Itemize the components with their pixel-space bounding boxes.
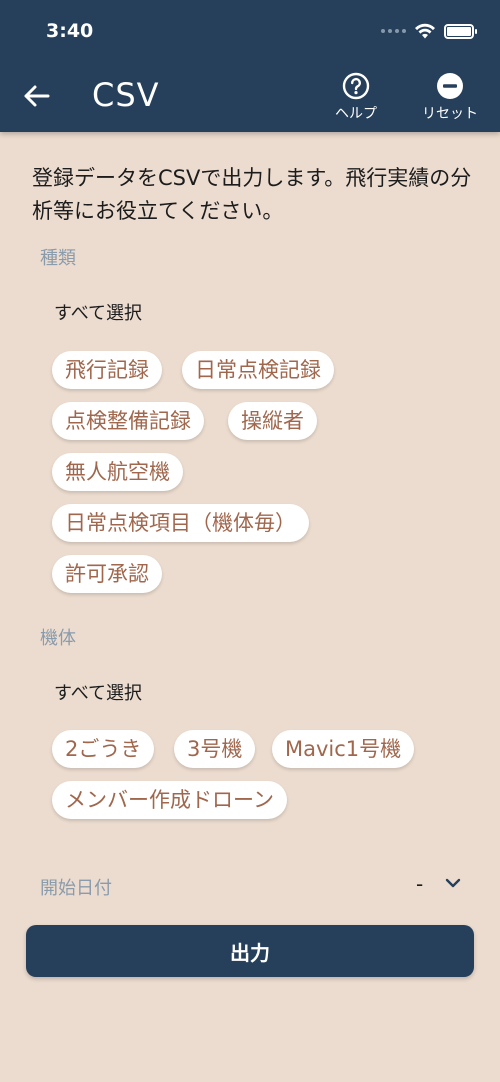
type-select-all[interactable]: すべて選択	[54, 299, 142, 325]
type-chip-aircraft[interactable]: 無人航空機	[52, 453, 183, 491]
type-chip-daily-inspection-log[interactable]: 日常点検記録	[182, 351, 334, 389]
status-time: 3:40	[46, 20, 94, 42]
aircraft-select-all[interactable]: すべて選択	[54, 679, 142, 705]
status-icons	[381, 22, 477, 40]
arrow-left-icon	[24, 85, 50, 107]
app-header: 3:40 CSV ヘルプ リセット	[0, 0, 500, 132]
aircraft-chip-member-drone[interactable]: メンバー作成ドローン	[52, 781, 287, 819]
reset-label: リセット	[422, 106, 478, 122]
type-chip-permit[interactable]: 許可承認	[52, 555, 162, 593]
help-label: ヘルプ	[335, 106, 377, 122]
type-chip-operator[interactable]: 操縦者	[228, 402, 317, 440]
intro-text: 登録データをCSVで出力します。飛行実績の分析等にお役立てください。	[32, 166, 472, 223]
type-chip-inspection-items[interactable]: 日常点検項目（機体毎）	[52, 504, 309, 542]
back-button[interactable]	[18, 78, 54, 114]
type-chip-maintenance-log[interactable]: 点検整備記録	[52, 402, 204, 440]
wifi-icon	[415, 23, 435, 39]
battery-icon	[444, 23, 477, 39]
chevron-down-icon[interactable]	[444, 876, 462, 890]
reset-button[interactable]: リセット	[415, 72, 485, 123]
help-button[interactable]: ヘルプ	[328, 72, 384, 123]
aircraft-chip-3[interactable]: 3号機	[174, 730, 256, 768]
aircraft-chip-mavic[interactable]: Mavic1号機	[272, 730, 415, 768]
aircraft-chip-2[interactable]: 2ごうき	[52, 730, 155, 768]
export-button[interactable]: 出力	[26, 925, 474, 977]
help-icon	[342, 72, 370, 100]
page-title: CSV	[92, 76, 160, 114]
start-date-value[interactable]: -	[416, 872, 423, 896]
type-chip-flight-log[interactable]: 飛行記録	[52, 351, 162, 389]
start-date-label: 開始日付	[40, 878, 112, 899]
aircraft-section-label: 機体	[40, 628, 76, 649]
minus-circle-icon	[437, 73, 463, 99]
type-section-label: 種類	[40, 248, 76, 269]
signal-icon	[381, 29, 406, 33]
